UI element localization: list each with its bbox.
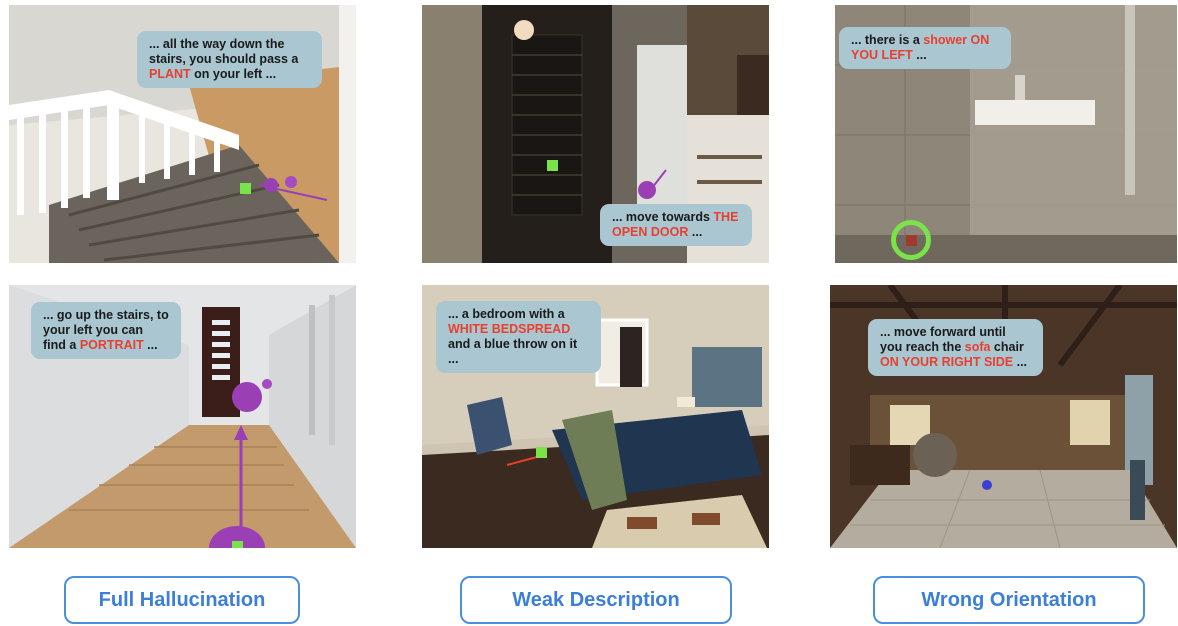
caption-text: ... there is a	[851, 33, 924, 47]
agent-marker	[906, 235, 917, 246]
label-full-hallucination: Full Hallucination	[64, 576, 300, 624]
caption-bubble: ... all the way down the stairs, you sho…	[137, 31, 322, 88]
caption-text: chair	[990, 340, 1024, 354]
agent-marker	[547, 160, 558, 171]
image-bathroom-shower: ... there is a shower ON YOU LEFT ...	[835, 5, 1177, 263]
caption-highlight: sofa	[964, 340, 991, 354]
caption-text: ...	[143, 338, 158, 352]
caption-text: and a blue throw on it ...	[448, 337, 578, 366]
caption-text: ... a bedroom with a	[448, 307, 565, 321]
caption-text: ... all the way down the stairs, you sho…	[149, 37, 299, 66]
label-weak-description: Weak Description	[460, 576, 732, 624]
label-wrong-orientation: Wrong Orientation	[873, 576, 1145, 624]
agent-marker	[240, 183, 251, 194]
caption-highlight: WHITE BEDSPREAD	[448, 322, 571, 336]
caption-highlight: ON YOUR RIGHT SIDE	[880, 355, 1014, 369]
caption-bubble: ... move towards THE OPEN DOOR ...	[600, 204, 752, 246]
agent-marker	[232, 541, 243, 548]
caption-text: ... move towards	[612, 210, 714, 224]
caption-bubble: ... there is a shower ON YOU LEFT ...	[839, 27, 1011, 69]
caption-text: on your left ...	[190, 67, 277, 81]
image-hallway-up: ... go up the stairs, to your left you c…	[9, 285, 356, 548]
agent-marker	[536, 447, 547, 458]
image-barn-living-room: ... move forward until you reach the sof…	[830, 285, 1177, 548]
caption-bubble: ... a bedroom with a WHITE BEDSPREAD and…	[436, 301, 601, 373]
image-cellar-door: ... move towards THE OPEN DOOR ...	[422, 5, 769, 263]
caption-highlight: PORTRAIT	[79, 338, 144, 352]
caption-text: ...	[912, 48, 927, 62]
caption-bubble: ... move forward until you reach the sof…	[868, 319, 1043, 376]
image-bedroom: ... a bedroom with a WHITE BEDSPREAD and…	[422, 285, 769, 548]
caption-highlight: PLANT	[149, 67, 191, 81]
caption-bubble: ... go up the stairs, to your left you c…	[31, 302, 181, 359]
caption-text: ...	[688, 225, 703, 239]
image-stairs-down: ... all the way down the stairs, you sho…	[9, 5, 356, 263]
caption-text: ...	[1013, 355, 1028, 369]
